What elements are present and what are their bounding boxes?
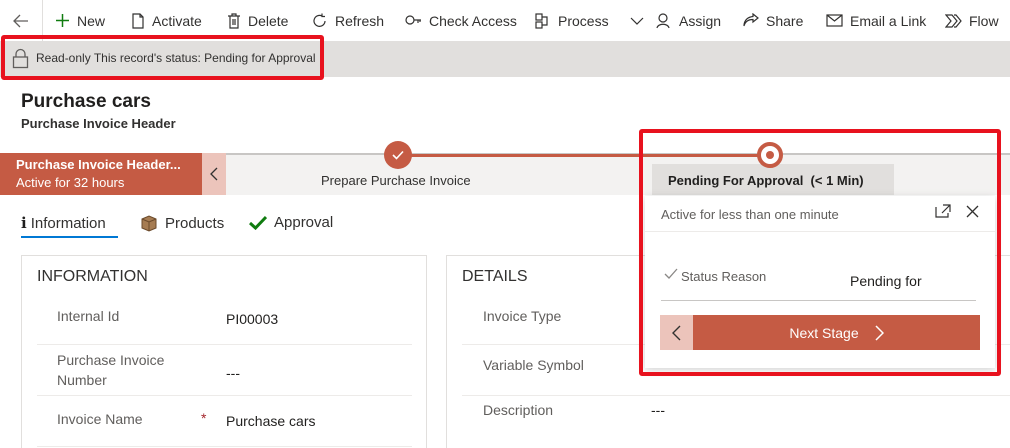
assign-button[interactable]: Assign bbox=[656, 0, 721, 41]
stage-current-marker[interactable] bbox=[757, 142, 783, 168]
share-button[interactable]: Share bbox=[743, 0, 803, 41]
tab-approval[interactable]: Approval bbox=[249, 214, 333, 231]
trash-icon bbox=[228, 12, 240, 29]
tab-information-label: Information bbox=[30, 214, 106, 232]
activate-label: Activate bbox=[152, 12, 202, 29]
tab-products[interactable]: Products bbox=[140, 214, 224, 232]
row-separator bbox=[37, 344, 412, 345]
mail-icon bbox=[826, 14, 843, 27]
flow-label: Flow bbox=[969, 12, 999, 29]
process-name: Purchase Invoice Header... bbox=[16, 157, 181, 172]
banner-text: Read-only This record's status: Pending … bbox=[36, 51, 316, 65]
tab-information[interactable]: i Information bbox=[21, 214, 106, 232]
information-section: INFORMATION Internal Id PI00003 Purchase… bbox=[21, 255, 427, 448]
row-separator bbox=[37, 446, 412, 447]
plus-icon bbox=[56, 14, 69, 27]
status-reason-label: Status Reason bbox=[681, 269, 767, 284]
info-icon: i bbox=[21, 214, 27, 232]
email-link-button[interactable]: Email a Link bbox=[826, 0, 926, 41]
purchase-invoice-number-value[interactable]: --- bbox=[226, 365, 240, 381]
check-icon bbox=[249, 215, 267, 230]
status-reason-underline bbox=[661, 300, 976, 301]
next-stage-label: Next Stage bbox=[789, 324, 859, 341]
record-title: Purchase cars bbox=[21, 91, 151, 112]
invoice-type-label: Invoice Type bbox=[483, 308, 562, 324]
pop-out-icon[interactable] bbox=[935, 204, 951, 218]
details-section-title: DETAILS bbox=[462, 268, 528, 285]
command-bar: New Activate Delete Refresh Check Access… bbox=[0, 0, 1010, 41]
key-icon bbox=[405, 14, 421, 25]
tab-approval-label: Approval bbox=[274, 214, 334, 231]
internal-id-label: Internal Id bbox=[57, 308, 120, 324]
stage-current-dot bbox=[766, 151, 774, 159]
process-active-stage[interactable]: Purchase Invoice Header... Active for 32… bbox=[0, 153, 202, 195]
box-icon bbox=[141, 215, 157, 232]
activate-button[interactable]: Activate bbox=[131, 0, 202, 41]
delete-button[interactable]: Delete bbox=[227, 0, 288, 41]
check-access-label: Check Access bbox=[429, 12, 517, 29]
email-link-label: Email a Link bbox=[850, 12, 927, 29]
invoice-name-value[interactable]: Purchase cars bbox=[226, 413, 315, 429]
document-icon bbox=[132, 12, 144, 29]
flyout-separator bbox=[645, 231, 995, 232]
share-icon bbox=[743, 13, 759, 27]
refresh-label: Refresh bbox=[335, 12, 385, 29]
variable-symbol-label: Variable Symbol bbox=[483, 357, 584, 373]
purchase-invoice-number-label-line1: Purchase Invoice bbox=[57, 352, 165, 368]
purchase-invoice-number-label-line2: Number bbox=[57, 372, 107, 388]
refresh-button[interactable]: Refresh bbox=[312, 0, 384, 41]
row-separator bbox=[462, 395, 1010, 396]
arrow-left-icon bbox=[13, 14, 28, 28]
chevron-left-icon bbox=[672, 325, 681, 340]
checkmark-icon bbox=[664, 268, 678, 279]
new-label: New bbox=[77, 12, 106, 29]
assign-label: Assign bbox=[679, 12, 722, 29]
internal-id-value[interactable]: PI00003 bbox=[226, 311, 278, 327]
back-button[interactable] bbox=[6, 10, 36, 32]
record-entity: Purchase Invoice Header bbox=[21, 116, 176, 131]
person-icon bbox=[656, 12, 670, 28]
process-button[interactable]: Process bbox=[535, 0, 644, 41]
chevron-down-icon bbox=[630, 17, 644, 25]
process-progress-line bbox=[398, 154, 770, 157]
process-label: Process bbox=[558, 12, 609, 29]
delete-label: Delete bbox=[248, 12, 289, 29]
information-section-title: INFORMATION bbox=[37, 268, 148, 285]
stage-pending-name: Pending For Approval bbox=[668, 173, 804, 188]
process-icon bbox=[535, 12, 548, 29]
refresh-icon bbox=[313, 13, 326, 27]
row-separator bbox=[37, 395, 412, 396]
stage-prepare-label[interactable]: Prepare Purchase Invoice bbox=[321, 173, 471, 188]
checkmark-icon bbox=[392, 150, 404, 160]
next-stage-button[interactable]: Next Stage bbox=[693, 315, 980, 350]
new-button[interactable]: New bbox=[55, 0, 105, 41]
process-collapse-button[interactable] bbox=[202, 153, 226, 195]
check-access-button[interactable]: Check Access bbox=[405, 0, 517, 41]
required-asterisk: * bbox=[201, 410, 207, 426]
chevron-right-icon bbox=[875, 324, 884, 341]
purchase-invoice-number-label: Purchase Invoice Number bbox=[57, 352, 164, 388]
description-label: Description bbox=[483, 402, 554, 418]
stage-pending-label[interactable]: Pending For Approval (< 1 Min) bbox=[668, 173, 864, 188]
invoice-name-label: Invoice Name bbox=[57, 411, 143, 427]
close-icon[interactable] bbox=[966, 205, 979, 218]
status-reason-value[interactable]: Pending for bbox=[850, 273, 922, 289]
previous-stage-button[interactable] bbox=[660, 315, 693, 350]
flow-button[interactable]: Flow bbox=[945, 0, 999, 41]
stage-flyout: Active for less than one minute Status R… bbox=[645, 196, 995, 368]
stage-pending-time: (< 1 Min) bbox=[810, 173, 864, 188]
process-duration: Active for 32 hours bbox=[16, 175, 125, 190]
flow-icon bbox=[945, 13, 962, 28]
tab-products-label: Products bbox=[165, 214, 225, 232]
lock-icon bbox=[12, 48, 29, 69]
share-label: Share bbox=[766, 12, 804, 29]
read-only-banner: Read-only This record's status: Pending … bbox=[0, 41, 1010, 77]
description-value[interactable]: --- bbox=[651, 402, 665, 418]
stage-completed-marker[interactable] bbox=[384, 141, 412, 169]
flyout-status: Active for less than one minute bbox=[661, 207, 839, 222]
chevron-left-icon bbox=[210, 167, 218, 181]
tab-selected-indicator bbox=[21, 236, 118, 238]
command-divider bbox=[42, 0, 43, 41]
